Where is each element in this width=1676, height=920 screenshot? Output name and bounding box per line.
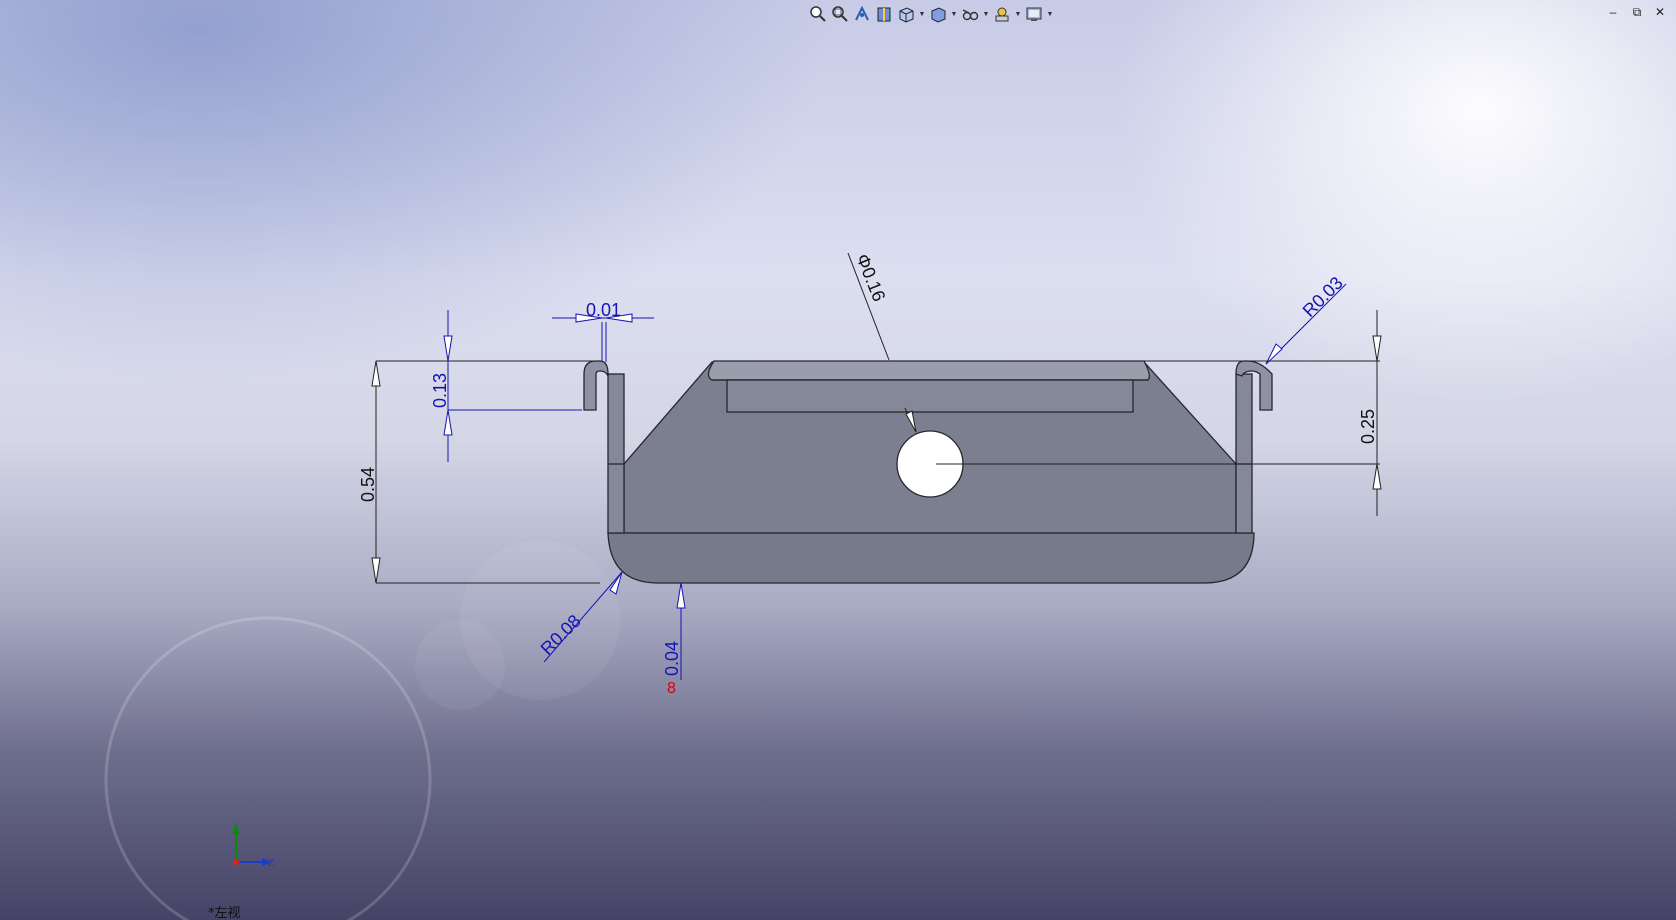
top-tab — [726, 379, 1134, 413]
sheet-metal-part[interactable] — [583, 360, 1273, 584]
left-hook — [583, 360, 609, 411]
lens-flare-spot — [415, 620, 505, 710]
right-wall — [1235, 373, 1253, 534]
part-base — [607, 532, 1255, 584]
model-drawing: 0.01 0.13 0.54 Φ0.16 R0.03 0.25 R0.08 0.… — [104, 251, 1382, 920]
dim-thickness[interactable]: 0.04 — [662, 641, 682, 676]
dim-width-top-gap[interactable]: 0.01 — [586, 300, 621, 320]
axis-triad: Y Z — [232, 822, 274, 869]
dim-left-hook-height[interactable]: 0.13 — [430, 373, 450, 408]
axis-y-label: Y — [232, 822, 239, 833]
left-wall — [607, 373, 625, 534]
graphics-viewport[interactable]: ▼ ▼ ▼ ▼ ▼ – ⧉ ✕ 0.01 0.13 0.54 Φ0.16 R0.… — [0, 0, 1676, 920]
axis-z-label: Z — [268, 858, 274, 869]
view-orientation-label: *左视 — [208, 906, 241, 920]
dim-thickness-suffix: 8 — [667, 680, 676, 697]
dim-hole-height[interactable]: 0.25 — [1358, 409, 1378, 444]
dim-overall-height[interactable]: 0.54 — [358, 467, 378, 502]
lens-flare-ring — [104, 616, 432, 920]
dim-right-bend-radius[interactable]: R0.03 — [1299, 273, 1347, 321]
top-flange — [707, 360, 1150, 381]
